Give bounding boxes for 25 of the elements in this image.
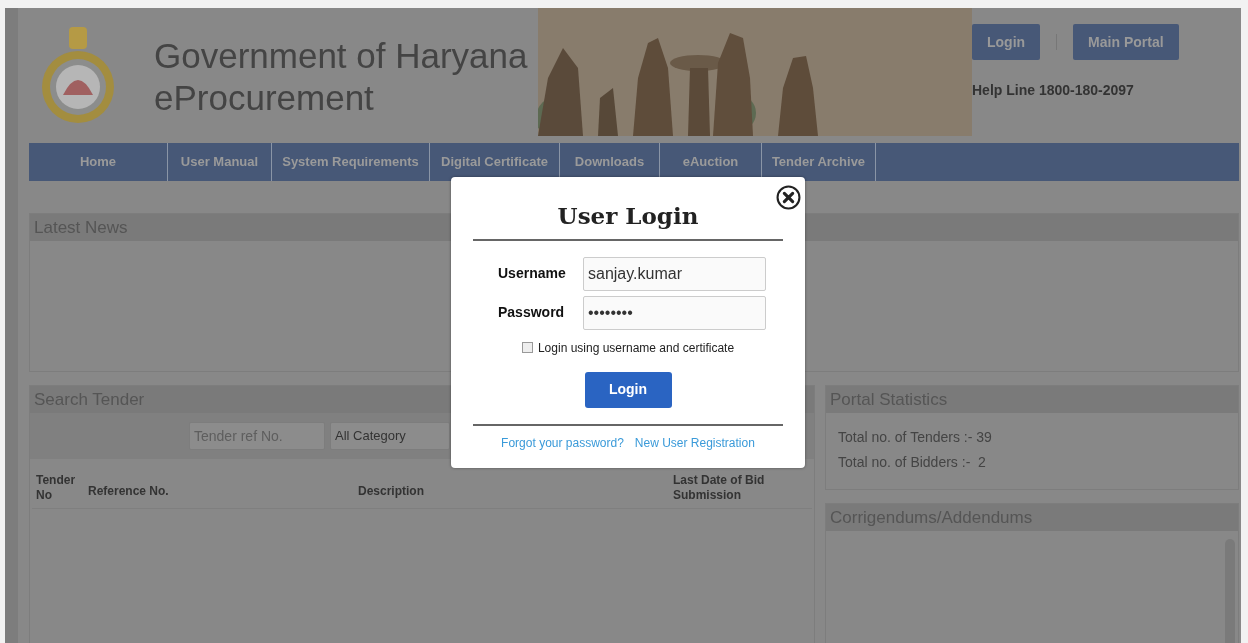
password-field[interactable]: •••••••• [583, 295, 766, 330]
column-header: Last Date of Bid Submission [673, 473, 765, 503]
close-icon[interactable] [776, 185, 801, 210]
nav-link[interactable]: User Manual [168, 143, 272, 181]
certificate-checkbox[interactable] [521, 342, 533, 353]
site-title: eProcurement [154, 77, 375, 119]
login-button[interactable]: Login [972, 24, 1041, 60]
username-field[interactable]: sanjay.kumar [583, 256, 766, 291]
forgot-password-link[interactable]: Forgot your password? [501, 433, 624, 452]
registration-link[interactable]: New User Registration [634, 433, 755, 452]
nav-link[interactable]: Home [29, 143, 168, 181]
portal-button[interactable]: Main Portal [1073, 24, 1179, 60]
helpline-text: Help Line 1800-180-2097 [972, 82, 1134, 98]
site-title: Government of Haryana [154, 35, 529, 77]
statistics-text: Total no. of Tenders :- 39 [838, 428, 993, 447]
login-button[interactable]: Login [584, 371, 672, 408]
column-header: Reference No. [88, 483, 169, 499]
statistics-text: Total no. of Bidders :- 2 [838, 453, 987, 472]
column-header: Description [358, 483, 424, 499]
nav-link[interactable]: System Requirements [272, 143, 430, 181]
field-label: Password [498, 303, 566, 322]
checkbox-label: Login using username and certificate [537, 339, 735, 357]
dialog-title: User Login [557, 201, 699, 231]
category-dropdown[interactable]: All Category [330, 422, 450, 450]
field-label: Username [498, 264, 567, 283]
